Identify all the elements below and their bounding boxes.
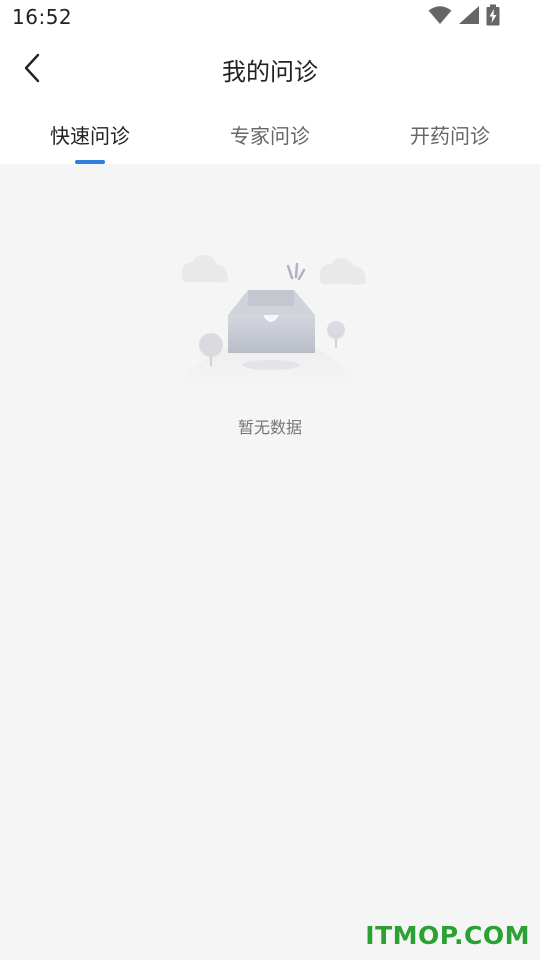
tab-prescription-consult[interactable]: 开药问诊 [360, 114, 540, 164]
battery-charging-icon [486, 4, 500, 30]
signal-icon [458, 5, 480, 29]
empty-box-illustration [175, 255, 366, 385]
status-icons [428, 4, 500, 30]
screen: 16:52 我的问诊 快速问诊 专家问诊 开药问诊 暂无数据 ITMOP.COM [0, 0, 540, 960]
nav-bar: 我的问诊 [0, 40, 540, 96]
tab-label: 专家问诊 [230, 124, 310, 148]
watermark: ITMOP.COM [365, 921, 530, 950]
page-title: 我的问诊 [222, 58, 318, 86]
empty-state: 暂无数据 [0, 250, 540, 438]
tab-label: 开药问诊 [410, 124, 490, 148]
tab-expert-consult[interactable]: 专家问诊 [180, 114, 360, 164]
tab-bar: 快速问诊 专家问诊 开药问诊 [0, 114, 540, 164]
status-time: 16:52 [12, 5, 73, 29]
tab-label: 快速问诊 [50, 124, 130, 148]
status-bar: 16:52 [0, 0, 540, 34]
wifi-icon [428, 5, 452, 29]
empty-message: 暂无数据 [237, 418, 302, 437]
active-tab-indicator [75, 160, 105, 164]
tab-quick-consult[interactable]: 快速问诊 [0, 114, 180, 164]
